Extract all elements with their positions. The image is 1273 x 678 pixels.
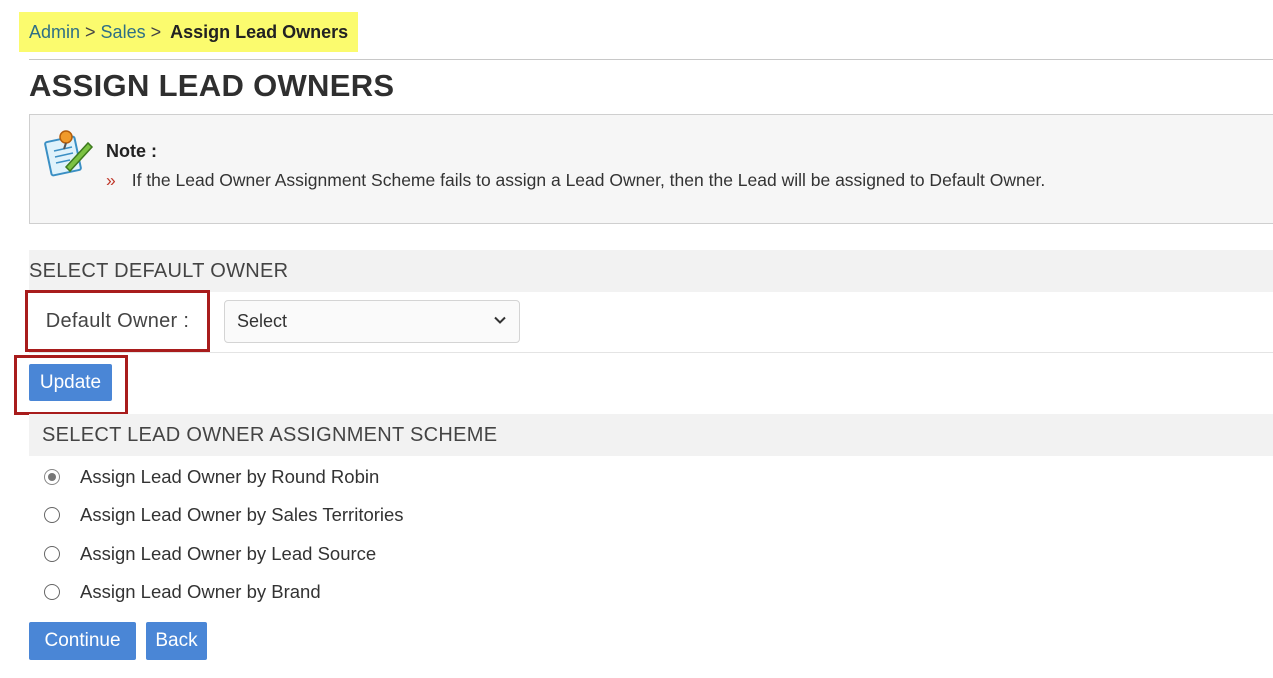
radio-button[interactable] [44, 507, 60, 523]
breadcrumb-admin[interactable]: Admin [29, 22, 80, 43]
continue-button[interactable]: Continue [29, 622, 136, 660]
breadcrumb: Admin > Sales > Assign Lead Owners [19, 12, 359, 52]
note-item: » If the Lead Owner Assignment Scheme fai… [106, 170, 1045, 191]
radio-label: Assign Lead Owner by Sales Territories [80, 504, 404, 525]
default-owner-label-box: Default Owner : [25, 290, 210, 352]
note-text: If the Lead Owner Assignment Scheme fail… [131, 170, 1046, 190]
bullet-icon: » [106, 170, 116, 190]
note-box: Note : » If the Lead Owner Assignment Sch… [29, 114, 1273, 224]
radio-option-lead-source[interactable]: Assign Lead Owner by Lead Source [44, 543, 376, 565]
back-button[interactable]: Back [146, 622, 207, 660]
chevron-down-icon [493, 311, 507, 332]
divider [29, 59, 1273, 60]
notepad-pin-icon [44, 129, 96, 177]
radio-button[interactable] [44, 546, 60, 562]
breadcrumb-current: Assign Lead Owners [170, 21, 349, 42]
section-heading-assignment-scheme: SELECT LEAD OWNER ASSIGNMENT SCHEME [29, 414, 1273, 456]
page-title: ASSIGN LEAD OWNERS [29, 68, 395, 103]
breadcrumb-separator: > [150, 21, 162, 42]
breadcrumb-separator: > [85, 21, 96, 42]
radio-button[interactable] [44, 469, 60, 485]
radio-option-sales-territories[interactable]: Assign Lead Owner by Sales Territories [44, 504, 404, 526]
radio-label: Assign Lead Owner by Lead Source [80, 543, 377, 564]
radio-label: Assign Lead Owner by Round Robin [80, 466, 380, 487]
page: Admin > Sales > Assign Lead Owners ASSIG… [0, 0, 1273, 678]
default-owner-label: Default Owner : [45, 309, 190, 332]
divider [29, 352, 1273, 353]
default-owner-select[interactable]: Select [224, 300, 520, 343]
radio-label: Assign Lead Owner by Brand [80, 581, 321, 602]
default-owner-select-value: Select [237, 311, 288, 331]
note-label: Note : [106, 141, 157, 161]
radio-button[interactable] [44, 584, 60, 600]
update-button[interactable]: Update [29, 364, 112, 401]
radio-option-brand[interactable]: Assign Lead Owner by Brand [44, 581, 321, 603]
breadcrumb-sales[interactable]: Sales [101, 22, 146, 43]
radio-option-round-robin[interactable]: Assign Lead Owner by Round Robin [44, 466, 379, 488]
section-heading-default-owner: SELECT DEFAULT OWNER [29, 250, 1273, 292]
